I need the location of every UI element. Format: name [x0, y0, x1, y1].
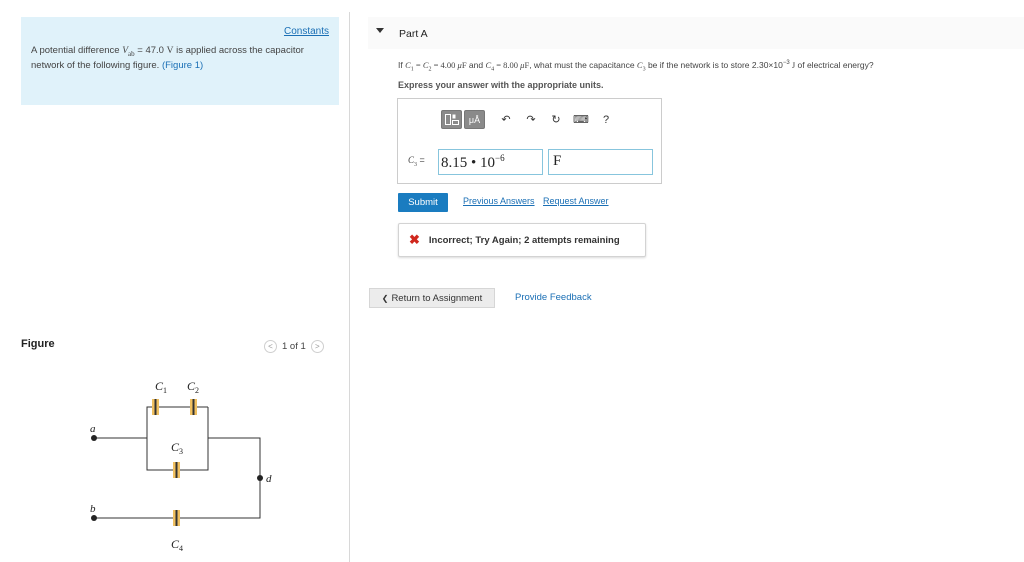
- figure-link[interactable]: (Figure 1): [162, 60, 203, 71]
- figure-pager: < 1 of 1 >: [264, 338, 324, 354]
- label-c3: C3: [171, 440, 183, 456]
- return-label: Return to Assignment: [391, 292, 483, 304]
- request-answer-link[interactable]: Request Answer: [543, 196, 609, 206]
- feedback-box: ✖ Incorrect; Try Again; 2 attempts remai…: [398, 223, 646, 257]
- label-c2: C2: [187, 379, 199, 395]
- constants-link[interactable]: Constants: [284, 26, 329, 37]
- templates-icon[interactable]: [441, 110, 462, 129]
- wire: [180, 437, 261, 519]
- node-b-dot: [91, 515, 97, 521]
- left-pane: Constants A potential difference Vab = 4…: [0, 0, 350, 562]
- problem-statement-box: Constants A potential difference Vab = 4…: [21, 17, 339, 105]
- capacitor-c3-symbol: [173, 462, 180, 478]
- help-icon[interactable]: ?: [595, 110, 617, 129]
- reset-icon[interactable]: ↻: [545, 110, 567, 129]
- label-node-b: b: [90, 503, 96, 515]
- return-to-assignment-button[interactable]: ❮ Return to Assignment: [369, 288, 495, 308]
- wire: [180, 407, 209, 471]
- undo-icon[interactable]: ↶: [495, 110, 517, 129]
- label-node-d: d: [266, 473, 272, 485]
- circuit-diagram: C1 C2 C3 C4 a b d: [90, 379, 272, 553]
- wire: [146, 406, 152, 438]
- next-figure-button[interactable]: >: [310, 339, 324, 353]
- part-title: Part A: [399, 28, 428, 40]
- figure-heading: Figure: [21, 338, 55, 350]
- problem-text: A potential difference Vab = 47.0 V is a…: [31, 45, 331, 72]
- problem-eq: = 47.0: [134, 45, 167, 56]
- chevron-left-icon: ❮: [381, 293, 389, 303]
- feedback-text: Incorrect; Try Again; 2 attempts remaini…: [428, 234, 620, 246]
- label-node-a: a: [90, 423, 96, 435]
- label-c4: C4: [171, 537, 183, 553]
- problem-pre: A potential difference: [31, 45, 123, 56]
- answer-box: μÅ ↶ ↷ ↻ ⌨ ? C3 = 8.15 • 10−6 F: [397, 98, 662, 184]
- node-d-dot: [257, 475, 263, 481]
- incorrect-x-icon: ✖: [409, 232, 420, 247]
- problem-var-sub: ab: [128, 49, 135, 58]
- answer-label: C3 =: [408, 155, 425, 168]
- value-input[interactable]: 8.15 • 10−6: [438, 149, 543, 175]
- capacitor-c4-symbol: [173, 510, 180, 526]
- capacitor-c1-symbol: [152, 399, 159, 415]
- pager-text: 1 of 1: [282, 340, 306, 352]
- collapse-arrow-icon[interactable]: [376, 28, 384, 33]
- answer-toolbar: μÅ ↶ ↷ ↻ ⌨ ?: [441, 110, 617, 129]
- redo-icon[interactable]: ↷: [520, 110, 542, 129]
- question-text: If C1 = C2 = 4.00 μF and C4 = 8.00 μF, w…: [398, 60, 874, 73]
- capacitor-c2-symbol: [190, 399, 197, 415]
- instruction-text: Express your answer with the appropriate…: [398, 80, 604, 90]
- units-button[interactable]: μÅ: [464, 110, 485, 129]
- part-header[interactable]: [368, 17, 1024, 49]
- previous-answers-link[interactable]: Previous Answers: [463, 196, 535, 206]
- unit-input[interactable]: F: [548, 149, 653, 175]
- label-c1: C1: [155, 379, 167, 395]
- submit-button[interactable]: Submit: [398, 193, 448, 212]
- right-pane: Part A If C1 = C2 = 4.00 μF and C4 = 8.0…: [350, 0, 1024, 562]
- keyboard-icon[interactable]: ⌨: [570, 110, 592, 129]
- node-a-dot: [91, 435, 97, 441]
- wire: [146, 438, 173, 471]
- provide-feedback-link[interactable]: Provide Feedback: [515, 292, 592, 303]
- prev-figure-button[interactable]: <: [264, 339, 277, 353]
